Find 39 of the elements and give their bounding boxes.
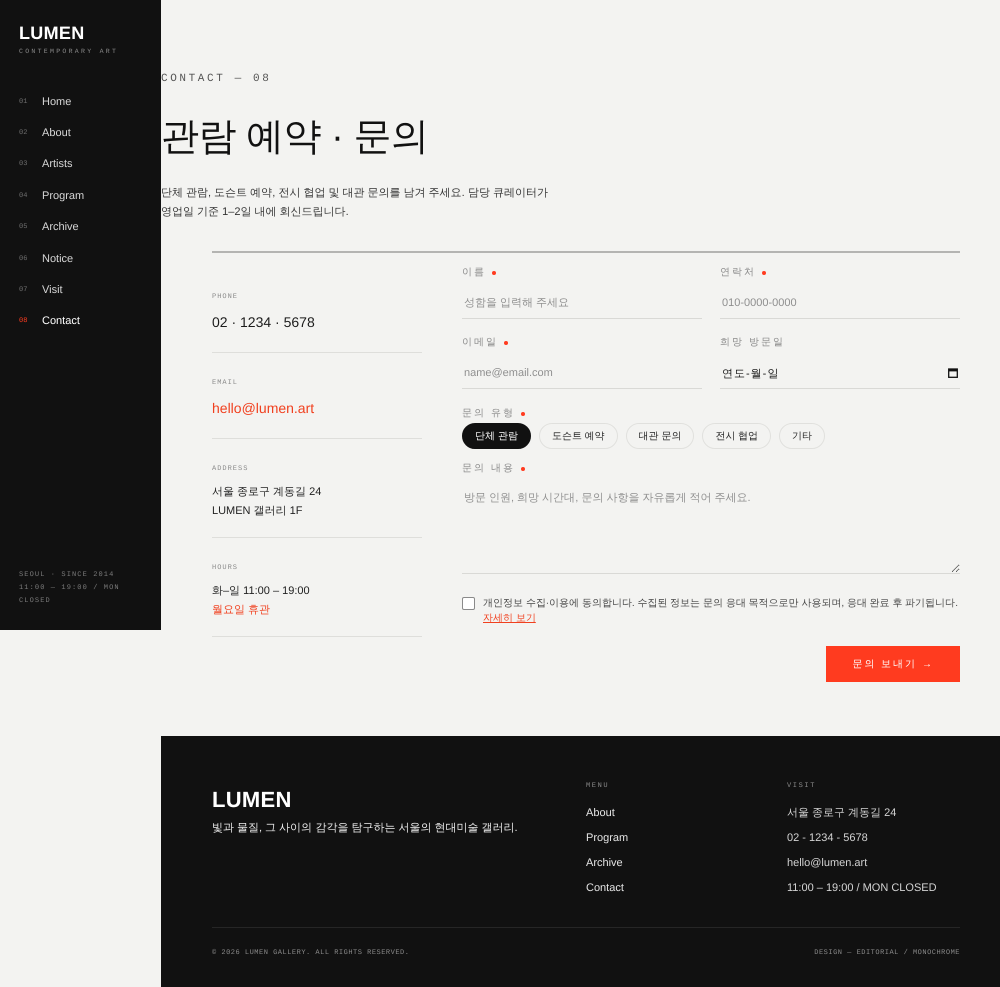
footer-logo: LUMEN <box>212 787 292 813</box>
option-chip[interactable]: 기타 <box>779 423 826 449</box>
input-field[interactable]: name@email.com <box>462 358 702 389</box>
footer-link[interactable]: Program <box>586 826 628 851</box>
footer-text: 02 - 1234 - 5678 <box>787 831 868 846</box>
field-label: 문의 내용 <box>462 463 515 475</box>
field-label: 희망 방문일 <box>720 337 785 349</box>
field-label: 연락처 <box>720 267 756 279</box>
date-field[interactable]: 연도-월-일 <box>720 358 960 389</box>
hours-text: 화–일 11:00 – 19:00 <box>212 584 310 599</box>
input-field[interactable]: 성함을 입력해 주세요 <box>462 288 702 319</box>
option-chip[interactable]: 단체 관람 <box>462 423 531 449</box>
footer-text: hello@lumen.art <box>787 856 868 871</box>
footer-link[interactable]: About <box>586 801 615 826</box>
consent-checkbox[interactable] <box>462 597 475 610</box>
submit-button[interactable]: 문의 보내기 → <box>826 646 960 682</box>
option-chip[interactable]: 대관 문의 <box>626 423 694 449</box>
footer-text: 11:00 – 19:00 / MON CLOSED <box>787 881 937 896</box>
phone-number: 02 · 1234 · 5678 <box>212 313 315 332</box>
option-chip[interactable]: 전시 협업 <box>702 423 772 449</box>
field-label: 이름 <box>462 267 486 279</box>
footer-tagline: 빛과 물질, 그 사이의 감각을 탐구하는 서울의 현대미술 갤러리. <box>212 821 519 836</box>
hours-text: 월요일 휴관 <box>212 603 270 618</box>
footer-link[interactable]: Archive <box>586 851 623 876</box>
input-field[interactable]: 010-0000-0000 <box>720 288 960 319</box>
section-eyebrow: CONTACT — 08 <box>161 72 272 86</box>
page-title: 관람 예약 · 문의 <box>161 115 428 160</box>
footer-text: 서울 종로구 계동길 24 <box>787 806 896 821</box>
page-intro: 단체 관람, 도슨트 예약, 전시 협업 및 대관 문의를 남겨 주세요. 담당 큐레이터가 영업일 기준 1–2일 내에 회신드립니다. <box>161 186 549 220</box>
logo-text: LUMEN <box>19 22 84 44</box>
option-chip[interactable]: 도슨트 예약 <box>538 423 618 449</box>
field-label: 이메일 <box>462 337 498 349</box>
calendar-icon <box>948 368 958 378</box>
consent-text: 개인정보 수집·이용에 동의합니다. 수집된 정보는 문의 응대 목적으로만 사용되며, 응대 완료 후 파기됩니다. 자세히 보기 <box>483 597 960 626</box>
field-label: 문의 유형 <box>462 408 515 420</box>
address-text: LUMEN 갤러리 1F <box>212 504 302 519</box>
message-field[interactable]: 방문 인원, 희망 시간대, 문의 사항을 자유롭게 적어 주세요. <box>462 480 960 574</box>
footer-link[interactable]: Contact <box>586 876 624 901</box>
address-text: 서울 종로구 계동길 24 <box>212 485 322 500</box>
